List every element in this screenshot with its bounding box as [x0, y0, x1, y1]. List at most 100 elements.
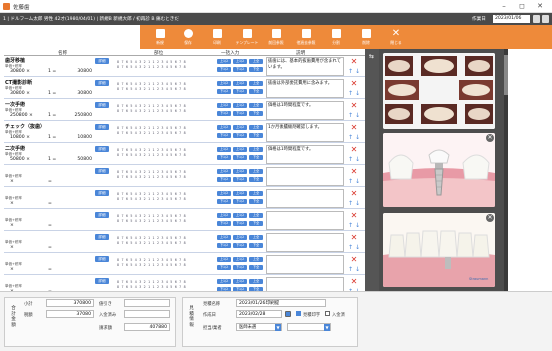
upper-all-button[interactable]: 上全: [249, 147, 263, 152]
delete-button[interactable]: 削除: [351, 25, 381, 49]
tooth-lower[interactable]: 8 7 6 5 4 3 2 1 1 2 3 4 5 6 7 8: [117, 87, 186, 91]
move-up-icon[interactable]: ↑: [348, 156, 353, 163]
close-card-icon[interactable]: ✕: [486, 214, 494, 222]
detail-button[interactable]: 詳細: [95, 146, 109, 152]
collapse-icon[interactable]: ⇆: [369, 53, 374, 60]
tooth-chart[interactable]: 8 7 6 5 4 3 2 1 1 2 3 4 5 6 7 88 7 6 5 4…: [117, 214, 213, 224]
upper-half-button[interactable]: 上1/2: [217, 279, 231, 284]
tooth-chart[interactable]: 8 7 6 5 4 3 2 1 1 2 3 4 5 6 7 88 7 6 5 4…: [117, 104, 213, 114]
upper-half-button[interactable]: 上1/2: [217, 103, 231, 108]
move-down-icon[interactable]: ↓: [355, 112, 360, 119]
calendar-icon[interactable]: [285, 311, 291, 317]
lower-half-button[interactable]: 下1/2: [233, 177, 247, 182]
delete-row-icon[interactable]: ✕: [348, 234, 360, 242]
lower-half-button[interactable]: 下1/2: [233, 133, 247, 138]
tooth-upper[interactable]: 8 7 6 5 4 3 2 1 1 2 3 4 5 6 7 8: [117, 170, 186, 174]
delete-row-icon[interactable]: ✕: [348, 58, 360, 66]
tooth-chart[interactable]: 8 7 6 5 4 3 2 1 1 2 3 4 5 6 7 88 7 6 5 4…: [117, 170, 213, 180]
treatment-name[interactable]: 一次手術: [5, 101, 25, 108]
description-field[interactable]: 1か月後膿瘍剤確認します。: [266, 123, 344, 142]
description-field[interactable]: [266, 255, 344, 274]
table-row[interactable]: 単価+税率×=詳細8 7 6 5 4 3 2 1 1 2 3 4 5 6 7 8…: [4, 254, 365, 275]
template-button[interactable]: テンプレート: [232, 25, 262, 49]
lower-all-button[interactable]: 下全: [249, 243, 263, 248]
quantity[interactable]: 1 =: [48, 157, 56, 162]
created-date-field[interactable]: 2023/02/28: [236, 310, 282, 318]
lower-half-button[interactable]: 下1/2: [217, 133, 231, 138]
upper-half-button[interactable]: 上1/2: [217, 147, 231, 152]
tooth-upper[interactable]: 8 7 6 5 4 3 2 1 1 2 3 4 5 6 7 8: [117, 236, 186, 240]
upper-half-button[interactable]: 上1/2: [233, 125, 247, 130]
upper-half-button[interactable]: 上1/2: [233, 81, 247, 86]
minimize-button[interactable]: –: [495, 1, 513, 11]
detail-button[interactable]: 詳細: [95, 190, 109, 196]
upper-half-button[interactable]: 上1/2: [217, 235, 231, 240]
tooth-chart[interactable]: 8 7 6 5 4 3 2 1 1 2 3 4 5 6 7 88 7 6 5 4…: [117, 192, 213, 202]
tooth-chart[interactable]: 8 7 6 5 4 3 2 1 1 2 3 4 5 6 7 88 7 6 5 4…: [117, 82, 213, 92]
unit-price[interactable]: 30800 ×: [10, 91, 30, 96]
quantity[interactable]: =: [48, 179, 52, 184]
delete-row-icon[interactable]: ✕: [348, 102, 360, 110]
table-row[interactable]: 二次手術 単価+税率 50800 × 1 = 50800 詳細 8 7 6 5 4 3 2 …: [4, 144, 365, 165]
upper-half-button[interactable]: 上1/2: [233, 257, 247, 262]
lower-all-button[interactable]: 下全: [249, 221, 263, 226]
upper-half-button[interactable]: 上1/2: [233, 103, 247, 108]
table-row[interactable]: 一次手術 単価+税率 250800 × 1 = 250800 詳細 8 7 6 5 4 3 …: [4, 100, 365, 121]
tooth-upper[interactable]: 8 7 6 5 4 3 2 1 1 2 3 4 5 6 7 8: [117, 60, 186, 64]
upper-half-button[interactable]: 上1/2: [217, 257, 231, 262]
refer-button[interactable]: 他過去参照: [291, 25, 321, 49]
quantity[interactable]: =: [48, 201, 52, 206]
delete-row-icon[interactable]: ✕: [348, 256, 360, 264]
move-up-icon[interactable]: ↑: [348, 200, 353, 207]
move-down-icon[interactable]: ↓: [355, 200, 360, 207]
tooth-lower[interactable]: 8 7 6 5 4 3 2 1 1 2 3 4 5 6 7 8: [117, 263, 186, 267]
move-down-icon[interactable]: ↓: [355, 68, 360, 75]
move-up-icon[interactable]: ↑: [348, 266, 353, 273]
upper-half-button[interactable]: 上1/2: [233, 235, 247, 240]
tooth-chart[interactable]: 8 7 6 5 4 3 2 1 1 2 3 4 5 6 7 88 7 6 5 4…: [117, 148, 213, 158]
tooth-upper[interactable]: 8 7 6 5 4 3 2 1 1 2 3 4 5 6 7 8: [117, 148, 186, 152]
detail-button[interactable]: 詳細: [95, 234, 109, 240]
upper-half-button[interactable]: 上1/2: [233, 147, 247, 152]
quantity[interactable]: 1 =: [48, 135, 56, 140]
estimate-name-field[interactable]: 2023/01/26印刷提: [236, 299, 326, 307]
treatment-name[interactable]: CT撮影診断: [5, 79, 32, 86]
lower-half-button[interactable]: 下1/2: [233, 221, 247, 226]
lower-half-button[interactable]: 下1/2: [217, 243, 231, 248]
upper-all-button[interactable]: 上全: [249, 125, 263, 130]
detail-button[interactable]: 詳細: [95, 80, 109, 86]
description-field[interactable]: [266, 167, 344, 186]
treatment-name[interactable]: 二次手術: [5, 145, 25, 152]
upper-half-button[interactable]: 上1/2: [233, 169, 247, 174]
unit-price[interactable]: ×: [10, 179, 14, 184]
tooth-upper[interactable]: 8 7 6 5 4 3 2 1 1 2 3 4 5 6 7 8: [117, 258, 186, 262]
move-down-icon[interactable]: ↓: [355, 244, 360, 251]
quantity[interactable]: =: [48, 245, 52, 250]
paid-checkbox[interactable]: [325, 311, 330, 316]
lower-all-button[interactable]: 下全: [249, 133, 263, 138]
history-button[interactable]: 前回参照: [261, 25, 291, 49]
maximize-button[interactable]: ◻: [513, 1, 531, 11]
unit-price[interactable]: 250800 ×: [10, 113, 33, 118]
implant-illustration-card[interactable]: ✕: [383, 133, 495, 207]
description-field[interactable]: 価格は1時間程度です。: [266, 101, 344, 120]
panel-divider[interactable]: ⇆: [365, 49, 379, 291]
move-up-icon[interactable]: ↑: [348, 178, 353, 185]
tooth-upper[interactable]: 8 7 6 5 4 3 2 1 1 2 3 4 5 6 7 8: [117, 192, 186, 196]
delete-row-icon[interactable]: ✕: [348, 212, 360, 220]
upper-half-button[interactable]: 上1/2: [233, 279, 247, 284]
delete-row-icon[interactable]: ✕: [348, 146, 360, 154]
work-date-input[interactable]: 2023/01/06: [493, 15, 530, 23]
description-field[interactable]: [266, 233, 344, 252]
doctor-select[interactable]: 医師未選 ▼: [236, 323, 282, 331]
tooth-lower[interactable]: 8 7 6 5 4 3 2 1 1 2 3 4 5 6 7 8: [117, 285, 186, 289]
lower-half-button[interactable]: 下1/2: [233, 155, 247, 160]
lower-all-button[interactable]: 下全: [249, 265, 263, 270]
new-button[interactable]: 新規: [145, 25, 175, 49]
move-down-icon[interactable]: ↓: [355, 222, 360, 229]
tooth-lower[interactable]: 8 7 6 5 4 3 2 1 1 2 3 4 5 6 7 8: [117, 153, 186, 157]
upper-all-button[interactable]: 上全: [249, 191, 263, 196]
unit-price[interactable]: 10800 ×: [10, 135, 30, 140]
subtotal-field[interactable]: 370800: [46, 299, 94, 307]
table-row[interactable]: 単価+税率×=詳細8 7 6 5 4 3 2 1 1 2 3 4 5 6 7 8…: [4, 232, 365, 253]
